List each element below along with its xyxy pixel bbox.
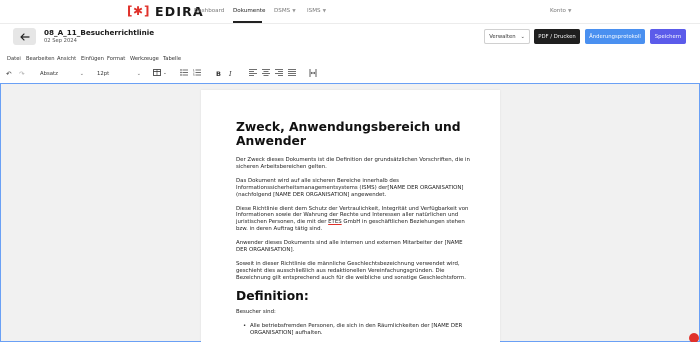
heading-definition: Definition: [236,288,309,303]
block-format-value: Absatz [40,71,58,77]
document-title: 08_A_11_Besucherrichtlinie [44,28,155,37]
nav-documents[interactable]: Dokumente [233,8,265,14]
table-icon[interactable] [153,69,161,79]
svg-text:3: 3 [193,74,195,76]
block-format-select[interactable]: Absatz ⌄ [40,69,84,79]
list-item: • Alle betriebsfremden Personen, die sic… [236,323,471,337]
arrow-left-icon [19,32,30,41]
align-right-icon[interactable] [275,69,283,79]
font-size-select[interactable]: 12pt ⌄ [97,69,141,79]
spellcheck-word: ETES [328,219,342,226]
nav-account[interactable]: Konto ▼ [550,8,571,14]
menu-format[interactable]: Format [107,56,125,62]
logo-mark-icon: [ ✱ ] [127,4,150,18]
chevron-down-icon: ▼ [322,9,327,14]
top-navigation: [ ✱ ] EDIRA Dashboard Dokumente DSMS ▼ IS… [0,0,700,24]
menu-file[interactable]: Datei [7,56,21,62]
brand-logo[interactable]: [ ✱ ] EDIRA [127,4,204,19]
redo-icon[interactable]: ↷ [19,69,24,79]
menu-edit[interactable]: Bearbeiten [26,56,55,62]
nav-account-label: Konto [550,8,566,14]
align-left-icon[interactable] [249,69,257,79]
chevron-down-icon: ⌄ [520,33,525,40]
undo-icon[interactable]: ↶ [6,69,11,79]
bullet-list-icon[interactable] [180,69,188,79]
paragraph: Besucher sind: [236,308,276,315]
paragraph: Das Dokument wird auf alle sicheren Bere… [236,177,464,198]
menu-tools[interactable]: Werkzeuge [130,56,159,62]
nav-isms-label: ISMS [307,8,321,14]
active-nav-indicator [233,21,262,23]
nav-dsms-label: DSMS [274,8,291,14]
menu-insert[interactable]: Einfügen [81,56,104,62]
changelog-button[interactable]: Änderungsprotokoll [585,29,645,44]
menu-view[interactable]: Ansicht [57,56,76,62]
font-size-value: 12pt [97,71,110,77]
paragraph: Der Zweck dieses Dokuments ist die Defin… [236,157,470,170]
page-break-icon[interactable] [309,69,317,80]
bold-icon[interactable]: B [216,69,221,79]
document-date: 02 Sep 2024 [44,38,77,44]
document-content[interactable]: Zweck, Anwendungsbereich und Anwender De… [236,120,471,342]
paragraph: Soweit in dieser Richtlinie die männlich… [236,260,466,281]
align-center-icon[interactable] [262,69,270,79]
chevron-down-icon: ▼ [567,9,572,14]
align-justify-icon[interactable] [288,69,296,79]
chevron-down-icon: ⌄ [136,71,141,77]
nav-dsms[interactable]: DSMS ▼ [274,8,296,14]
heading-purpose: Zweck, Anwendungsbereich und Anwender [236,120,461,148]
document-page[interactable]: Zweck, Anwendungsbereich und Anwender De… [201,90,500,342]
paragraph: Diese Richtlinie dient dem Schutz der Ve… [236,206,471,234]
editor-menubar: Datei Bearbeiten Ansicht Einfügen Format… [0,54,700,65]
italic-icon[interactable]: I [229,69,232,79]
nav-dashboard[interactable]: Dashboard [194,8,224,14]
manage-label: Verwalten [489,33,516,40]
numbered-list-icon[interactable]: 123 [193,69,201,79]
editor-area[interactable]: Zweck, Anwendungsbereich und Anwender De… [0,83,700,342]
chevron-down-icon: ⌄ [79,71,84,77]
paragraph: Anwender dieses Dokuments sind alle inte… [236,240,463,254]
save-button[interactable]: Speichern [650,29,686,44]
notification-badge-icon[interactable] [689,333,699,342]
list-item-text: Alle betriebsfremden Personen, die sich … [250,322,463,336]
chevron-down-icon[interactable]: ⌄ [163,69,167,79]
manage-dropdown[interactable]: Verwalten ⌄ [484,29,530,44]
editor-toolbar: ↶ ↷ Absatz ⌄ 12pt ⌄ ⌄ 123 B I [0,66,700,82]
nav-isms[interactable]: ISMS ▼ [307,8,326,14]
bullet-icon: • [243,322,247,329]
pdf-print-button[interactable]: PDF / Drucken [534,29,580,44]
menu-table[interactable]: Tabelle [163,56,181,62]
back-button[interactable] [13,28,36,45]
chevron-down-icon: ▼ [292,9,296,14]
